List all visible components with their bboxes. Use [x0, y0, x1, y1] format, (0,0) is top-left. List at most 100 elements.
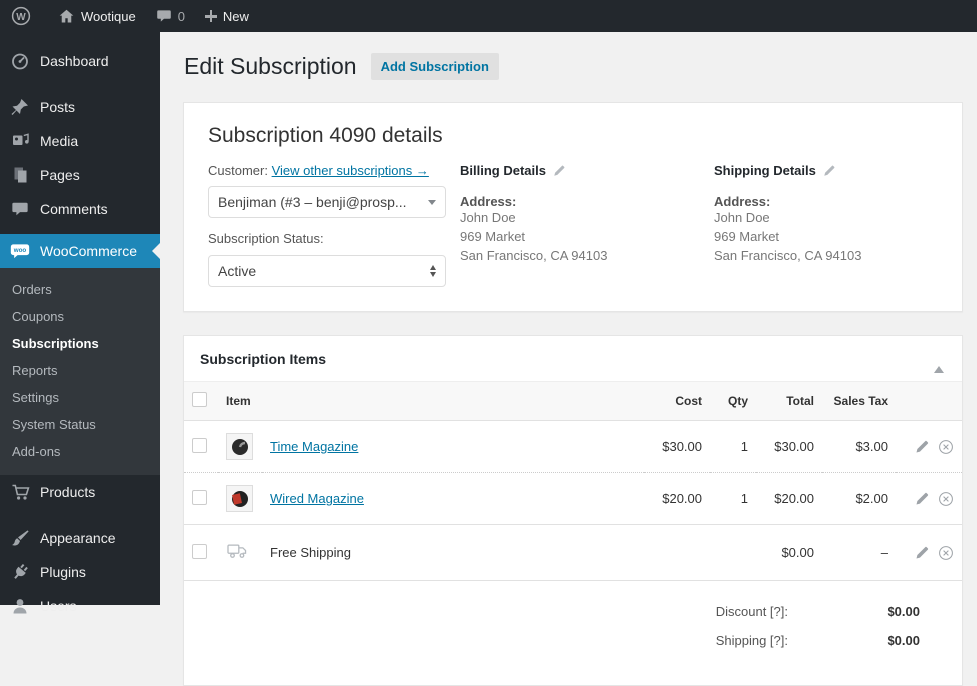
delete-item-icon[interactable] — [938, 545, 954, 561]
sidebar-item-users[interactable]: Users — [0, 589, 160, 623]
new-label: New — [223, 9, 249, 24]
sidebar-item-coupons[interactable]: Coupons — [0, 303, 160, 330]
shipping-address-label: Address: — [714, 194, 938, 209]
shipping-address-line: John Doe — [714, 209, 938, 228]
item-name-link[interactable]: Time Magazine — [270, 439, 358, 454]
edit-item-icon[interactable] — [915, 439, 930, 454]
woocommerce-submenu: Orders Coupons Subscriptions Reports Set… — [0, 268, 160, 475]
wordpress-logo-menu[interactable]: W — [0, 0, 42, 32]
new-content-menu[interactable]: New — [195, 0, 259, 32]
pages-icon — [10, 165, 30, 185]
shipping-address-line: San Francisco, CA 94103 — [714, 247, 938, 266]
shipping-tax: – — [822, 525, 896, 581]
sidebar-item-appearance[interactable]: Appearance — [0, 521, 160, 555]
row-checkbox[interactable] — [192, 490, 207, 505]
shipping-row: Free Shipping $0.00 – — [184, 525, 962, 581]
page-title: Edit Subscription — [184, 52, 357, 81]
site-name-link[interactable]: Wootique — [48, 0, 146, 32]
sidebar-item-subscriptions[interactable]: Subscriptions — [0, 330, 160, 357]
wordpress-logo-icon: W — [10, 5, 32, 27]
delete-item-icon[interactable] — [938, 439, 954, 455]
sidebar-item-plugins[interactable]: Plugins — [0, 555, 160, 589]
subscription-status-select[interactable]: Active — [208, 255, 446, 287]
main-content: Edit Subscription Add Subscription Subsc… — [160, 32, 977, 605]
sidebar-item-label: Pages — [40, 167, 80, 183]
row-checkbox[interactable] — [192, 438, 207, 453]
column-header-cost: Cost — [644, 382, 710, 421]
view-other-subscriptions-link[interactable]: View other subscriptions → — [272, 163, 429, 178]
sidebar-item-label: Posts — [40, 99, 75, 115]
svg-text:W: W — [16, 12, 26, 23]
sidebar-item-label: Dashboard — [40, 53, 109, 69]
sidebar-item-posts[interactable]: Posts — [0, 90, 160, 124]
sidebar-item-reports[interactable]: Reports — [0, 357, 160, 384]
sidebar-item-media[interactable]: Media — [0, 124, 160, 158]
chevron-down-icon — [428, 200, 436, 205]
shipping-details-heading: Shipping Details — [714, 163, 816, 178]
customer-select-value: Benjiman (#3 – benji@prosp... — [218, 194, 407, 210]
sidebar-item-label: Plugins — [40, 564, 86, 580]
shipping-total-label: Shipping [?]: — [716, 633, 788, 648]
subscription-items-heading: Subscription Items — [200, 351, 326, 367]
sidebar-item-comments[interactable]: Comments — [0, 192, 160, 226]
row-checkbox[interactable] — [192, 544, 207, 559]
home-icon — [58, 8, 75, 25]
sidebar-item-settings[interactable]: Settings — [0, 384, 160, 411]
select-all-checkbox[interactable] — [192, 392, 207, 407]
product-thumbnail — [226, 433, 253, 460]
plus-icon — [205, 10, 217, 22]
comment-bubble-icon — [156, 8, 172, 24]
shipping-address-line: 969 Market — [714, 228, 938, 247]
table-row: Time Magazine $30.00 1 $30.00 $3.00 — [184, 421, 962, 473]
item-tax: $3.00 — [822, 421, 896, 473]
item-qty: 1 — [710, 473, 756, 525]
add-subscription-button[interactable]: Add Subscription — [371, 53, 499, 80]
delete-item-icon[interactable] — [938, 491, 954, 507]
panel-collapse-toggle[interactable] — [932, 349, 946, 368]
edit-billing-icon[interactable] — [553, 164, 566, 177]
edit-shipping-icon[interactable] — [823, 164, 836, 177]
edit-item-icon[interactable] — [915, 545, 930, 560]
time-magazine-thumb-icon — [230, 437, 250, 457]
item-tax: $2.00 — [822, 473, 896, 525]
billing-details-column: Billing Details Address: John Doe 969 Ma… — [460, 163, 714, 287]
item-total: $30.00 — [756, 421, 822, 473]
admin-bar: W Wootique 0 New — [0, 0, 977, 32]
order-data-column: Customer: View other subscriptions → Ben… — [208, 163, 460, 287]
billing-details-heading: Billing Details — [460, 163, 546, 178]
svg-text:woo: woo — [13, 247, 27, 254]
subscription-details-heading: Subscription 4090 details — [208, 124, 938, 148]
discount-value: $0.00 — [788, 604, 920, 619]
sidebar-item-orders[interactable]: Orders — [0, 276, 160, 303]
order-totals-section: Discount [?]: $0.00 Shipping [?]: $0.00 — [184, 580, 962, 685]
dashboard-icon — [10, 51, 30, 71]
column-header-sales-tax: Sales Tax — [822, 382, 896, 421]
item-name-link[interactable]: Wired Magazine — [270, 491, 364, 506]
customer-select[interactable]: Benjiman (#3 – benji@prosp... — [208, 186, 446, 218]
media-icon — [10, 131, 30, 151]
edit-item-icon[interactable] — [915, 491, 930, 506]
sidebar-item-products[interactable]: Products — [0, 475, 160, 509]
status-select-value: Active — [218, 263, 256, 279]
comments-link[interactable]: 0 — [146, 0, 195, 32]
item-qty: 1 — [710, 421, 756, 473]
column-header-total: Total — [756, 382, 822, 421]
plug-icon — [10, 562, 30, 582]
cart-icon — [10, 482, 30, 502]
select-stepper-icon — [430, 265, 436, 277]
sidebar-item-dashboard[interactable]: Dashboard — [0, 44, 160, 78]
item-total: $20.00 — [756, 473, 822, 525]
shipping-total: $0.00 — [756, 525, 822, 581]
sidebar-item-add-ons[interactable]: Add-ons — [0, 438, 160, 465]
billing-address-line: 969 Market — [460, 228, 714, 247]
sidebar-item-label: Media — [40, 133, 78, 149]
sidebar-item-woocommerce[interactable]: woo WooCommerce — [0, 234, 160, 268]
discount-label: Discount [?]: — [716, 604, 788, 619]
woocommerce-badge-icon: woo — [10, 241, 30, 261]
sidebar-item-system-status[interactable]: System Status — [0, 411, 160, 438]
item-cost: $30.00 — [644, 421, 710, 473]
billing-address-label: Address: — [460, 194, 714, 209]
wired-magazine-thumb-icon — [230, 489, 250, 509]
billing-address-line: San Francisco, CA 94103 — [460, 247, 714, 266]
sidebar-item-pages[interactable]: Pages — [0, 158, 160, 192]
